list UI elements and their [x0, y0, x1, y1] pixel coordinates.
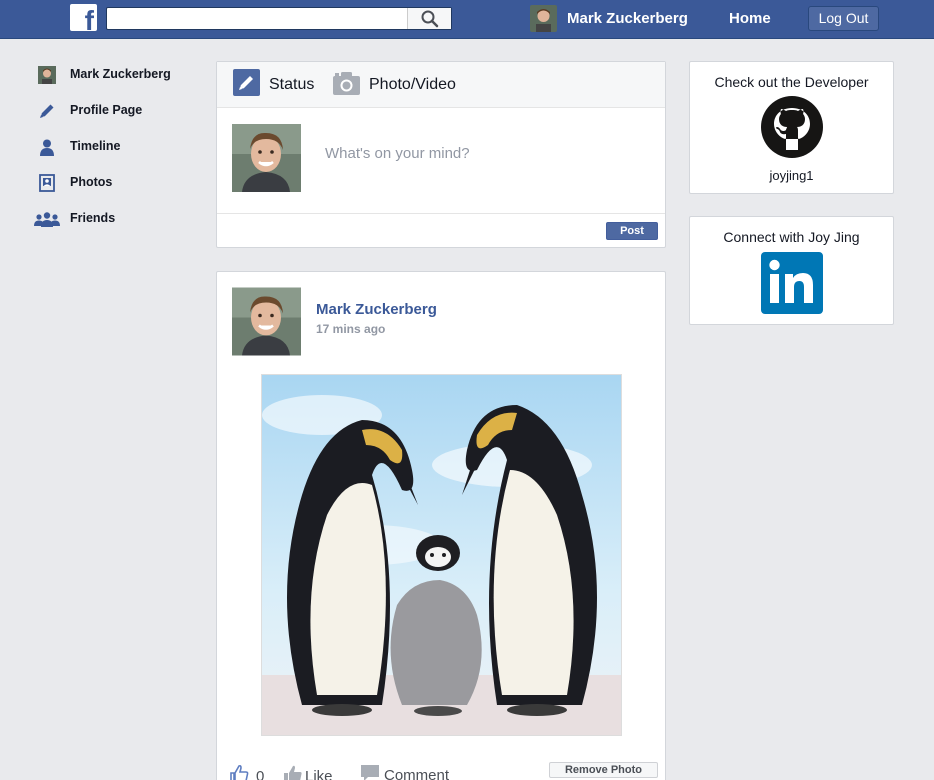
friends-icon — [34, 209, 60, 229]
tab-photo-video[interactable]: Photo/Video — [333, 71, 456, 99]
composer-tabs: Status Photo/Video — [217, 62, 665, 108]
comment-label: Comment — [384, 766, 450, 780]
tab-label: Status — [269, 76, 315, 93]
like-button[interactable]: Like — [283, 764, 333, 780]
sidebar-item-photos[interactable]: Photos — [34, 171, 204, 207]
github-icon[interactable] — [761, 96, 823, 158]
sidebar-item-label: Mark Zuckerberg — [70, 67, 171, 81]
sidebar: Mark Zuckerberg Profile Page Timeline Ph… — [34, 63, 204, 243]
person-icon — [34, 137, 60, 157]
avatar[interactable] — [530, 5, 557, 32]
remove-photo-button[interactable]: Remove Photo — [549, 762, 658, 778]
search-box — [106, 7, 452, 30]
profile-name-link[interactable]: Mark Zuckerberg — [567, 10, 688, 27]
pencil-icon — [233, 69, 260, 101]
tab-status[interactable]: Status — [233, 69, 315, 101]
connect-title: Connect with Joy Jing — [723, 229, 860, 245]
story-actions: 0 Like Comment Remove Photo — [217, 756, 665, 780]
sidebar-item-label: Profile Page — [70, 103, 143, 117]
story-author-link[interactable]: Mark Zuckerberg — [316, 301, 437, 318]
like-label: Like — [305, 767, 333, 780]
thumbs-up-icon — [229, 764, 249, 780]
comment-button[interactable]: Comment — [360, 764, 449, 780]
status-input[interactable] — [325, 142, 645, 164]
composer: Status Photo/Video What's on your mind? … — [216, 61, 666, 248]
sidebar-item-timeline[interactable]: Timeline — [34, 135, 204, 171]
tab-label: Photo/Video — [369, 76, 456, 93]
sidebar-item-profile-page[interactable]: Profile Page — [34, 99, 204, 135]
composer-footer: Post — [217, 213, 665, 247]
home-link[interactable]: Home — [729, 10, 771, 27]
comment-icon — [360, 764, 380, 780]
sidebar-item-profile[interactable]: Mark Zuckerberg — [34, 63, 204, 99]
avatar — [232, 124, 301, 192]
thumbs-up-icon — [283, 764, 303, 780]
logout-button[interactable]: Log Out — [808, 6, 879, 31]
top-bar: f Mark Zuckerberg Home Log Out — [0, 0, 934, 39]
developer-title: Check out the Developer — [714, 74, 869, 90]
like-count-value: 0 — [256, 767, 265, 780]
developer-username[interactable]: joyjing1 — [690, 168, 893, 183]
avatar — [34, 65, 60, 85]
sidebar-item-label: Timeline — [70, 139, 121, 153]
pencil-icon — [34, 101, 60, 121]
camera-icon — [333, 71, 360, 100]
penguins-image — [262, 375, 621, 735]
story-photo[interactable] — [261, 374, 622, 736]
post-button[interactable]: Post — [606, 222, 658, 240]
linkedin-icon[interactable] — [761, 252, 823, 314]
like-count[interactable]: 0 — [229, 764, 264, 780]
connect-card: Connect with Joy Jing — [689, 216, 894, 325]
search-button[interactable] — [407, 8, 451, 29]
sidebar-item-label: Friends — [70, 211, 116, 225]
story-card: Mark Zuckerberg 17 mins ago 0 Like Comme… — [216, 271, 666, 780]
story-timestamp[interactable]: 17 mins ago — [316, 322, 385, 336]
photo-icon — [34, 173, 60, 193]
search-icon — [421, 10, 439, 28]
sidebar-item-friends[interactable]: Friends — [34, 207, 204, 243]
facebook-logo-icon[interactable]: f — [70, 4, 97, 31]
developer-card: Check out the Developer joyjing1 — [689, 61, 894, 194]
search-input[interactable] — [107, 8, 407, 29]
sidebar-item-label: Photos — [70, 175, 113, 189]
avatar[interactable] — [232, 287, 301, 356]
